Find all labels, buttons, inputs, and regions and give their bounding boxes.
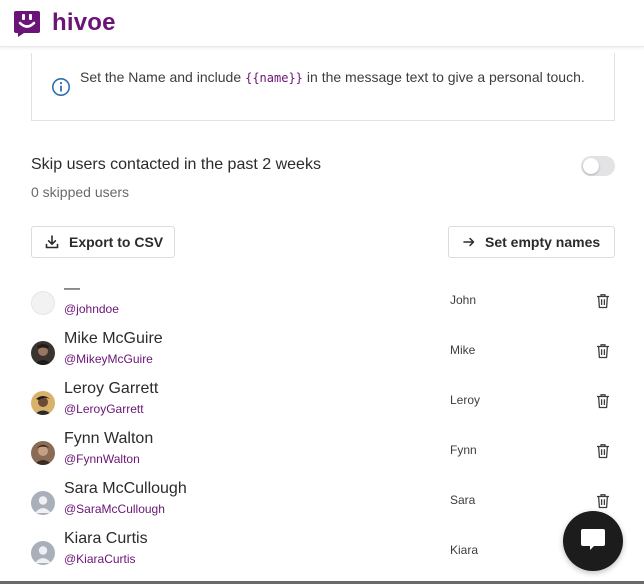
avatar (31, 291, 55, 315)
user-row: Sara McCullough @SaraMcCullough Sara (31, 480, 615, 536)
trash-icon[interactable] (596, 393, 610, 409)
avatar (31, 391, 55, 415)
avatar (31, 341, 55, 365)
user-row: Kiara Curtis @KiaraCurtis Kiara (31, 530, 615, 584)
user-handle[interactable]: @johndoe (64, 302, 119, 316)
user-row: — @johndoe John (31, 280, 615, 336)
user-name: Fynn Walton (64, 430, 154, 447)
user-handle[interactable]: @KiaraCurtis (64, 552, 136, 566)
set-empty-names-button[interactable]: Set empty names (448, 226, 615, 258)
user-handle[interactable]: @FynnWalton (64, 452, 140, 466)
export-csv-label: Export to CSV (69, 234, 164, 250)
user-first-name[interactable]: Sara (450, 493, 475, 507)
info-text: Set the Name and include {{name}} in the m… (80, 66, 590, 89)
trash-icon[interactable] (596, 493, 610, 509)
chat-icon (581, 529, 605, 550)
user-name: — (64, 280, 80, 297)
user-row: Leroy Garrett @LeroyGarrett Leroy (31, 380, 615, 436)
trash-icon[interactable] (596, 343, 610, 359)
user-handle[interactable]: @LeroyGarrett (64, 402, 144, 416)
trash-icon[interactable] (596, 443, 610, 459)
skip-users-toggle[interactable] (581, 156, 615, 176)
avatar (31, 441, 55, 465)
set-empty-names-label: Set empty names (485, 234, 601, 250)
user-first-name[interactable]: Fynn (450, 443, 477, 457)
info-text-before: Set the Name and include (80, 69, 242, 85)
download-icon (45, 235, 59, 249)
user-name: Leroy Garrett (64, 380, 159, 397)
user-handle[interactable]: @SaraMcCullough (64, 502, 165, 516)
hivoe-logo-icon (14, 11, 40, 37)
info-text-after: in the message text to give a personal t… (306, 69, 585, 85)
info-box: Set the Name and include {{name}} in the m… (31, 53, 615, 121)
export-csv-button[interactable]: Export to CSV (31, 226, 175, 258)
brand-name: hivoe (52, 9, 116, 36)
name-placeholder-code: {{name}} (245, 71, 303, 85)
avatar (31, 491, 55, 515)
user-first-name[interactable]: Mike (450, 343, 475, 357)
trash-icon[interactable] (596, 293, 610, 309)
skip-users-label: Skip users contacted in the past 2 weeks (31, 156, 321, 173)
user-name: Sara McCullough (64, 480, 187, 497)
user-row: Fynn Walton @FynnWalton Fynn (31, 430, 615, 486)
avatar (31, 541, 55, 565)
user-first-name[interactable]: John (450, 293, 476, 307)
user-name: Kiara Curtis (64, 530, 148, 547)
skipped-users-count: 0 skipped users (31, 184, 130, 200)
user-handle[interactable]: @MikeyMcGuire (64, 352, 153, 366)
info-icon (52, 78, 70, 96)
toggle-knob (583, 158, 599, 174)
chat-launcher-button[interactable] (563, 511, 623, 571)
top-bar: hivoe (0, 0, 644, 47)
arrow-right-icon (463, 237, 475, 247)
user-first-name[interactable]: Leroy (450, 393, 480, 407)
user-first-name[interactable]: Kiara (450, 543, 478, 557)
user-row: Mike McGuire @MikeyMcGuire Mike (31, 330, 615, 386)
user-name: Mike McGuire (64, 330, 163, 347)
